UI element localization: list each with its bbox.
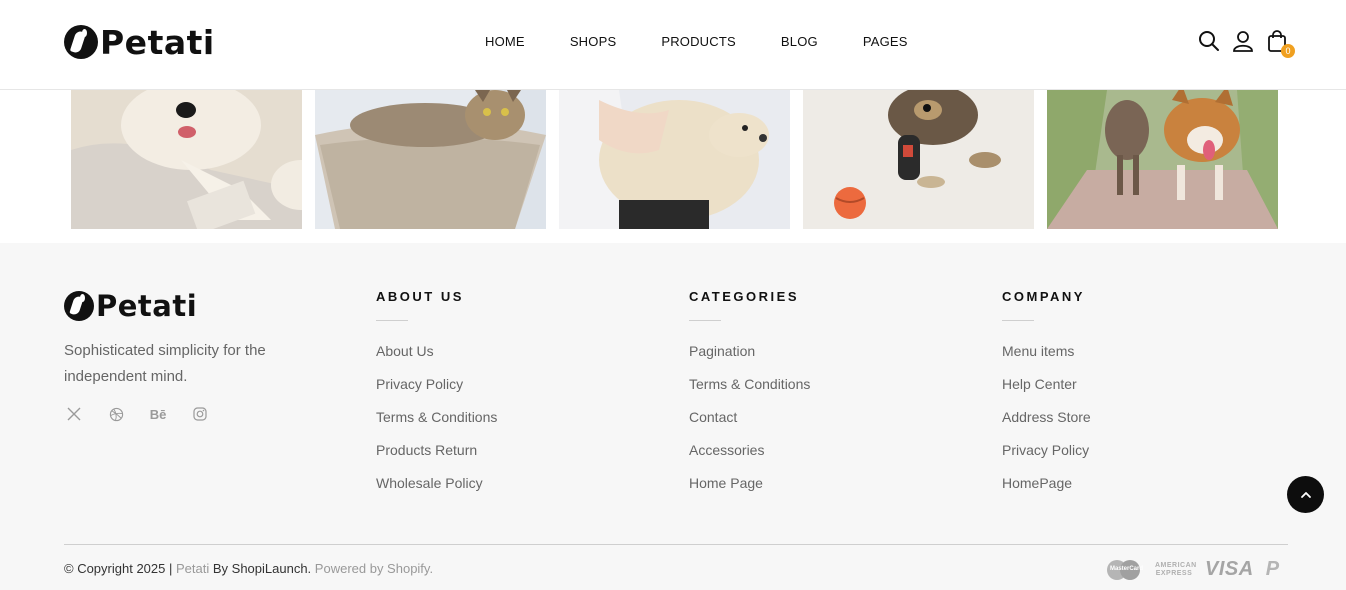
search-icon[interactable] bbox=[1197, 28, 1221, 54]
gallery-image-dog-on-bed[interactable] bbox=[71, 90, 302, 229]
instagram-gallery bbox=[71, 90, 1281, 229]
nav-home[interactable]: HOME bbox=[485, 34, 525, 49]
nav-pages[interactable]: PAGES bbox=[863, 34, 908, 49]
footer-divider bbox=[64, 544, 1288, 545]
copyright-prefix: © Copyright 2025 | bbox=[64, 561, 173, 576]
footer-link-terms-conditions[interactable]: Terms & Conditions bbox=[689, 374, 810, 407]
footer-link-wholesale[interactable]: Wholesale Policy bbox=[376, 473, 497, 506]
gallery-image-person-hugging-dog[interactable] bbox=[559, 90, 790, 229]
gallery-image-cat-in-basket[interactable] bbox=[315, 90, 546, 229]
footer-link-contact[interactable]: Contact bbox=[689, 407, 810, 440]
mastercard-icon: MasterCard bbox=[1107, 559, 1143, 581]
site-footer: Petati Sophisticated simplicity for the … bbox=[0, 243, 1346, 590]
footer-col-categories: CATEGORIES Pagination Terms & Conditions… bbox=[689, 289, 810, 506]
copyright-brand-link[interactable]: Petati bbox=[176, 561, 209, 576]
visa-icon: VISA bbox=[1205, 558, 1254, 580]
chevron-up-icon bbox=[1300, 491, 1311, 498]
col-divider bbox=[689, 320, 721, 321]
col-divider bbox=[376, 320, 408, 321]
footer-link-products-return[interactable]: Products Return bbox=[376, 440, 497, 473]
footer-tagline: Sophisticated simplicity for the indepen… bbox=[64, 342, 266, 385]
footer-col-company: COMPANY Menu items Help Center Address S… bbox=[1002, 289, 1091, 506]
logo-mark-icon bbox=[64, 291, 94, 321]
header-actions: 0 bbox=[1197, 28, 1295, 58]
logo-mark-icon bbox=[64, 25, 98, 59]
footer-col-about: ABOUT US About Us Privacy Policy Terms &… bbox=[376, 289, 497, 506]
social-links: Bē bbox=[66, 406, 208, 422]
main-nav: HOME SHOPS PRODUCTS BLOG PAGES bbox=[485, 34, 908, 49]
col-divider bbox=[1002, 320, 1034, 321]
logo[interactable]: Petati bbox=[64, 22, 215, 62]
copyright-author-link[interactable]: ShopiLaunch. bbox=[232, 561, 312, 576]
instagram-icon[interactable] bbox=[192, 406, 208, 422]
amex-line-2: EXPRESS bbox=[1155, 569, 1193, 577]
copyright-text: © Copyright 2025 | Petati By ShopiLaunch… bbox=[64, 561, 433, 576]
nav-shops[interactable]: SHOPS bbox=[570, 34, 617, 49]
amex-icon: AMERICAN EXPRESS bbox=[1155, 561, 1197, 578]
bag-icon[interactable]: 0 bbox=[1265, 28, 1295, 58]
footer-link-help-center[interactable]: Help Center bbox=[1002, 374, 1091, 407]
cart-count-badge: 0 bbox=[1281, 44, 1295, 58]
footer-link-accessories[interactable]: Accessories bbox=[689, 440, 810, 473]
footer-link-address-store[interactable]: Address Store bbox=[1002, 407, 1091, 440]
user-icon[interactable] bbox=[1231, 28, 1255, 54]
footer-link-homepage[interactable]: HomePage bbox=[1002, 473, 1091, 506]
payment-methods: MasterCard AMERICAN EXPRESS VISA P bbox=[1107, 558, 1279, 581]
dribbble-icon[interactable] bbox=[108, 406, 124, 422]
gallery-image-yorkie-with-ball[interactable] bbox=[803, 90, 1034, 229]
col-title-company: COMPANY bbox=[1002, 289, 1085, 304]
copyright-powered[interactable]: Powered by Shopify. bbox=[315, 561, 433, 576]
gallery-image-dogs-running[interactable] bbox=[1047, 90, 1278, 229]
footer-link-home-page[interactable]: Home Page bbox=[689, 473, 810, 506]
footer-link-about-us[interactable]: About Us bbox=[376, 341, 497, 374]
behance-icon[interactable]: Bē bbox=[150, 406, 167, 422]
col-title-about: ABOUT US bbox=[376, 289, 464, 304]
nav-blog[interactable]: BLOG bbox=[781, 34, 818, 49]
site-header: Petati HOME SHOPS PRODUCTS BLOG PAGES 0 bbox=[0, 0, 1346, 90]
footer-link-privacy-policy[interactable]: Privacy Policy bbox=[376, 374, 497, 407]
footer-logo[interactable]: Petati bbox=[64, 289, 197, 323]
copyright-by: By bbox=[212, 561, 229, 576]
x-icon[interactable] bbox=[66, 406, 82, 422]
amex-line-1: AMERICAN bbox=[1155, 561, 1197, 569]
footer-logo-text: Petati bbox=[96, 289, 198, 323]
footer-link-terms[interactable]: Terms & Conditions bbox=[376, 407, 497, 440]
logo-text: Petati bbox=[100, 22, 215, 62]
paypal-icon: P bbox=[1265, 558, 1280, 580]
back-to-top-button[interactable] bbox=[1287, 476, 1324, 513]
mastercard-label: MasterCard bbox=[1110, 565, 1144, 572]
footer-link-privacy-policy-2[interactable]: Privacy Policy bbox=[1002, 440, 1091, 473]
col-title-categories: CATEGORIES bbox=[689, 289, 799, 304]
footer-link-pagination[interactable]: Pagination bbox=[689, 341, 810, 374]
footer-link-menu-items[interactable]: Menu items bbox=[1002, 341, 1091, 374]
nav-products[interactable]: PRODUCTS bbox=[661, 34, 736, 49]
